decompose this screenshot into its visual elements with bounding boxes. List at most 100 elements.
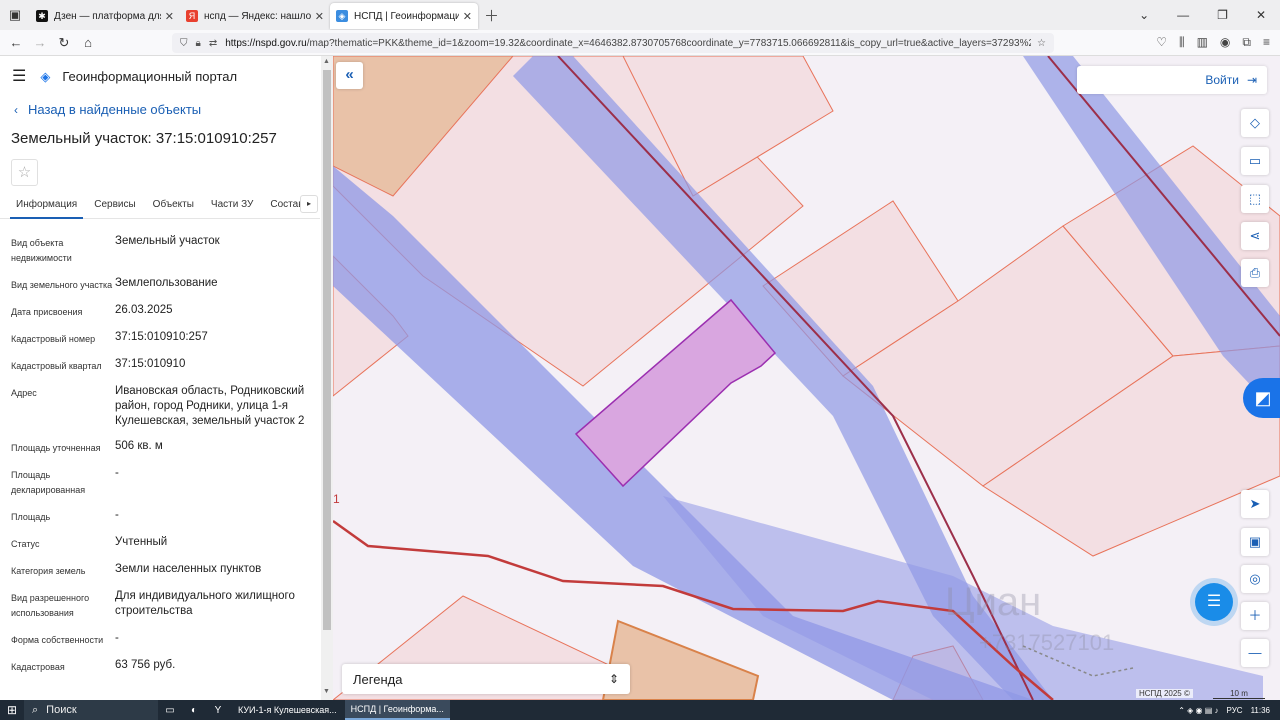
extensions-icon[interactable]: ⧉ <box>1242 35 1251 50</box>
property-row: Площадь декларированная - <box>11 466 310 498</box>
share-button[interactable]: ⋖ <box>1241 222 1269 250</box>
property-value: 63 756 руб. <box>115 659 176 671</box>
select-area-icon: ⬚ <box>1248 191 1262 206</box>
login-button[interactable]: Войти ⇥ <box>1077 66 1267 94</box>
browser-tab-3[interactable]: ◈ НСПД | Геоинформационный ✕ <box>330 3 478 29</box>
back-icon[interactable]: ← <box>4 35 28 50</box>
search-label: Поиск <box>46 704 77 716</box>
new-tab-button[interactable]: ＋ <box>484 5 499 26</box>
scale-bar: 10 m <box>1213 689 1265 699</box>
tab-list-icon[interactable]: ▣ <box>0 7 30 23</box>
clock[interactable]: 11:36 <box>1251 706 1270 715</box>
property-row: Кадастровый номер 37:15:010910:257 <box>11 330 310 347</box>
panel-header: ☰ ◈ Геоинформационный портал <box>0 56 320 96</box>
back-to-results-link[interactable]: ‹ Назад в найденные объекты <box>0 102 320 117</box>
browser-tab-1[interactable]: ✱ Дзен — платформа для просм ✕ <box>30 3 180 29</box>
favorite-button[interactable]: ☆ <box>11 159 38 186</box>
taskbar-app-firefox[interactable]: НСПД | Геоинформа... <box>344 700 450 720</box>
restore-icon[interactable]: ❐ <box>1217 8 1228 22</box>
tray-icons[interactable]: ⌃ ◈ ◉ ▤ ♪ <box>1178 706 1218 715</box>
home-icon[interactable]: ⌂ <box>76 35 100 50</box>
collapse-panel-button[interactable]: « <box>336 62 363 89</box>
taskbar-app-label: НСПД | Геоинформа... <box>350 704 444 714</box>
hamburger-menu-icon[interactable]: ☰ <box>12 66 26 86</box>
login-icon: ⇥ <box>1246 73 1257 87</box>
search-icon: ⌕ <box>32 703 39 716</box>
shield-icon: ⛉ <box>180 37 188 49</box>
edge-icon[interactable]: ◐ <box>182 705 206 716</box>
windows-start-icon[interactable]: ⊞ <box>0 703 24 717</box>
property-row: Форма собственности - <box>11 631 310 648</box>
info-tabs: Информация Сервисы Объекты Части ЗУ Сост… <box>0 195 320 219</box>
close-tab-icon[interactable]: ✕ <box>165 10 174 23</box>
close-tab-icon[interactable]: ✕ <box>315 10 324 23</box>
reload-icon[interactable]: ↻ <box>52 35 76 51</box>
property-key: Площадь декларированная <box>11 470 86 495</box>
property-value: - <box>115 632 119 644</box>
zoom-out-button[interactable]: — <box>1241 639 1269 667</box>
gosuslugi-widget-button[interactable]: ◩ <box>1243 378 1280 418</box>
minimize-icon[interactable]: — <box>1177 8 1189 22</box>
plus-icon: ＋ <box>1248 608 1262 623</box>
layers-button[interactable]: ◇ <box>1241 109 1269 137</box>
map-view[interactable]: 1 Циан +7317527101 « Войти ⇥ ◇ ▭ ⬚ ⋖ ⎙ ◩ … <box>333 56 1280 700</box>
map-canvas[interactable] <box>333 56 1280 700</box>
library-icon[interactable]: ⫼ <box>1179 35 1185 50</box>
locate-button[interactable]: ➤ <box>1241 490 1269 518</box>
close-window-icon[interactable]: ✕ <box>1256 8 1266 22</box>
scrollbar-thumb[interactable] <box>323 70 331 630</box>
bookmark-star-icon[interactable]: ☆ <box>1037 38 1046 49</box>
property-key: Категория земель <box>11 566 86 576</box>
language-indicator[interactable]: РУС <box>1227 706 1243 715</box>
portal-logo-icon: ◈ <box>40 69 51 84</box>
pocket-icon[interactable]: ♡ <box>1156 35 1167 50</box>
browser-tabbar: ▣ ✱ Дзен — платформа для просм ✕ Я нспд … <box>0 0 1280 30</box>
task-view-icon[interactable]: ▭ <box>158 705 182 716</box>
geolocation-button[interactable]: ◎ <box>1241 565 1269 593</box>
property-value: 37:15:010910:257 <box>115 331 208 343</box>
property-row: Адрес Ивановская область, Родниковский ра… <box>11 384 310 429</box>
property-key: Кадастровый квартал <box>11 361 102 371</box>
forward-icon[interactable]: → <box>28 35 52 50</box>
permissions-icon[interactable]: ⇄ <box>209 38 217 49</box>
property-row: Кадастровая 63 756 руб. <box>11 658 310 675</box>
taskbar-search[interactable]: ⌕ Поиск <box>24 700 158 720</box>
print-button[interactable]: ⎙ <box>1241 259 1269 287</box>
panel-scrollbar[interactable]: ▲ ▼ <box>321 56 333 700</box>
property-value: 37:15:010910 <box>115 358 186 370</box>
scroll-up-icon[interactable]: ▲ <box>323 58 330 65</box>
tab-info[interactable]: Информация <box>10 195 84 219</box>
chat-button[interactable]: ☰ <box>1195 583 1233 621</box>
lock-icon: 🔒︎ <box>195 37 201 49</box>
scroll-down-icon[interactable]: ▼ <box>323 688 330 695</box>
nspd-icon: ◈ <box>336 10 348 22</box>
property-value: 26.03.2025 <box>115 304 173 316</box>
property-list: Вид объекта недвижимости Земельный участо… <box>0 219 320 675</box>
menu-icon[interactable]: ≡ <box>1263 35 1270 50</box>
legend-dropdown[interactable]: Легенда ⇕ <box>342 664 630 694</box>
tab-services[interactable]: Сервисы <box>88 195 141 219</box>
watermark: Циан <box>945 580 1042 624</box>
zoom-in-button[interactable]: ＋ <box>1241 602 1269 630</box>
tab-overflow-icon[interactable]: ⌄ <box>1139 8 1149 22</box>
info-panel: ☰ ◈ Геоинформационный портал ‹ Назад в н… <box>0 56 320 700</box>
close-tab-icon[interactable]: ✕ <box>463 10 472 23</box>
sidebar-icon[interactable]: ▥ <box>1197 35 1208 50</box>
tabs-scroll-right-button[interactable]: ▸ <box>300 195 318 213</box>
system-tray: ⌃ ◈ ◉ ▤ ♪ РУС 11:36 <box>1178 706 1280 715</box>
url-bar[interactable]: ⛉ 🔒︎ ⇄ https://nspd.gov.ru/map?thematic=… <box>172 33 1054 53</box>
tab-parts[interactable]: Части ЗУ <box>205 195 259 219</box>
minimap-button[interactable]: ▣ <box>1241 528 1269 556</box>
yandex-icon: Я <box>186 10 198 22</box>
measure-button[interactable]: ▭ <box>1241 147 1269 175</box>
page-title: Земельный участок: 37:15:010910:257 <box>11 130 277 147</box>
url-text: https://nspd.gov.ru/map?thematic=PKK&the… <box>225 37 1032 49</box>
select-area-button[interactable]: ⬚ <box>1241 185 1269 213</box>
yandex-browser-icon[interactable]: Y <box>206 705 230 716</box>
browser-tab-2[interactable]: Я нспд — Яндекс: нашлось 3 тыс ✕ <box>180 3 330 29</box>
property-value: Земли населенных пунктов <box>115 563 262 575</box>
taskbar-app-explorer[interactable]: КУИ-1-я Кулешевская... <box>232 700 343 720</box>
tab-objects[interactable]: Объекты <box>147 195 200 219</box>
login-label: Войти <box>1205 73 1239 87</box>
account-icon[interactable]: ◉ <box>1220 35 1230 50</box>
